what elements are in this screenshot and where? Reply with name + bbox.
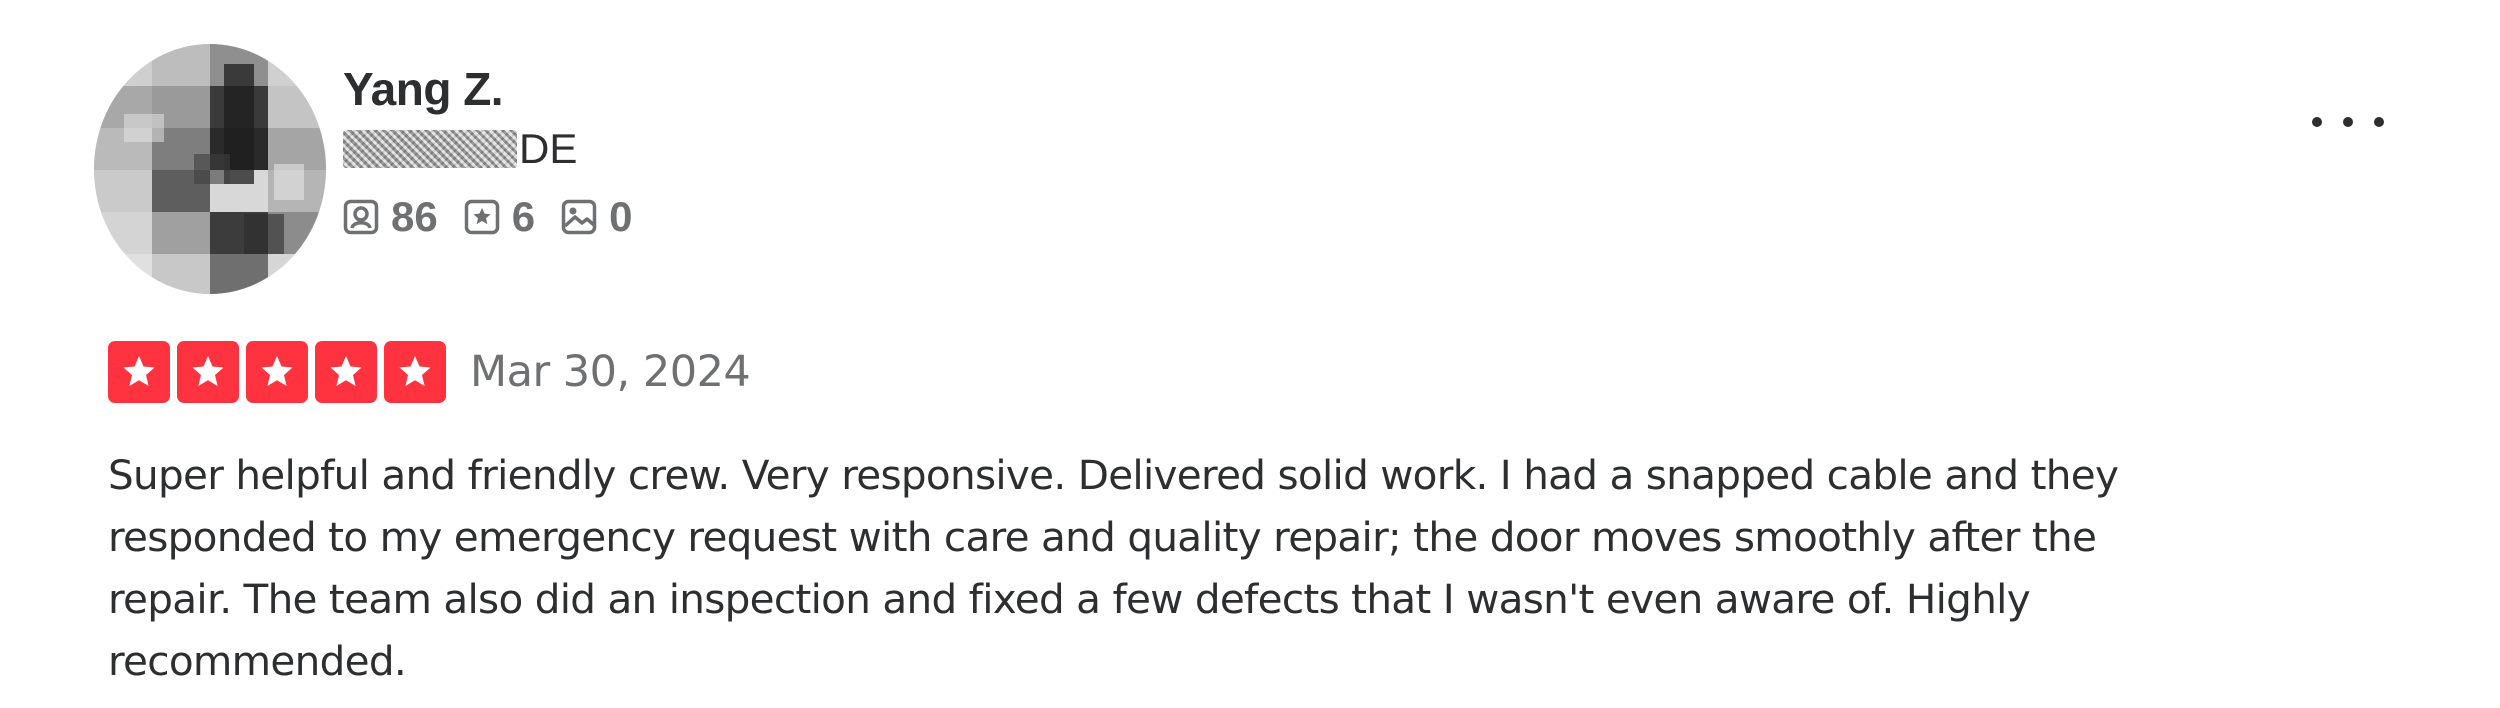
review-card: Yang Z. DE 86 6 0 Mar 30, 2024 Super hel… [0,0,2500,708]
photo-icon [561,199,609,235]
location-redacted [343,130,517,168]
avatar[interactable] [94,44,326,294]
more-dot [2374,117,2384,127]
user-info: Yang Z. DE 86 6 0 [343,60,658,240]
star-icon [192,356,224,386]
location-country: DE [519,125,578,172]
star-icon [123,356,155,386]
star-1 [108,341,170,403]
star-icon [330,356,362,386]
star-3 [246,341,308,403]
stat-photos-count: 0 [609,193,633,240]
star-icon [399,356,431,386]
review-icon [343,199,391,235]
review-text: Super helpful and friendly crew. Very re… [108,451,2119,685]
stat-reviews-count: 86 [391,193,438,240]
star-rating [108,341,446,403]
stat-reviews: 86 [343,194,438,240]
review-date: Mar 30, 2024 [470,347,751,397]
avatar-image [94,44,326,294]
star-5 [384,341,446,403]
user-stats: 86 6 0 [343,194,658,240]
more-horizontal-icon [2312,117,2322,127]
stat-photos: 0 [561,194,632,240]
user-name[interactable]: Yang Z. [343,60,658,118]
stat-friends-count: 6 [511,193,536,240]
user-location: DE [343,126,658,172]
star-2 [177,341,239,403]
more-dot [2343,117,2353,127]
more-options-button[interactable] [2312,102,2384,142]
rating-row: Mar 30, 2024 [108,341,751,403]
star-badge-icon [464,199,512,235]
stat-friends: 6 [464,194,535,240]
star-icon [261,356,293,386]
star-4 [315,341,377,403]
